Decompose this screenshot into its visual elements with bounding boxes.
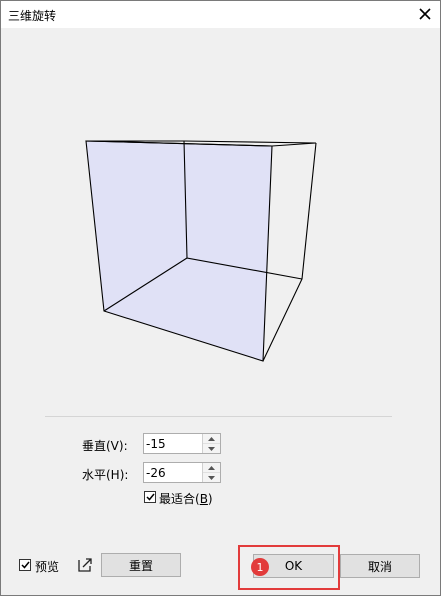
vertical-label: 垂直(V):: [82, 439, 128, 453]
cube-preview[interactable]: [10, 33, 431, 408]
close-button[interactable]: [416, 5, 434, 23]
rotate-3d-dialog: 三维旋转 垂直(V): 水平(H):: [0, 0, 441, 596]
horizontal-spin-buttons: [202, 463, 220, 482]
external-link-icon: [78, 558, 92, 572]
step-badge: 1: [251, 558, 269, 576]
horizontal-spin-up[interactable]: [203, 463, 220, 473]
divider: [45, 416, 392, 417]
horizontal-label: 水平(H):: [82, 468, 129, 482]
vertical-spin-down[interactable]: [203, 444, 220, 453]
reset-button[interactable]: 重置: [101, 553, 181, 577]
best-fit-checkbox[interactable]: [144, 491, 156, 503]
close-icon: [419, 8, 431, 20]
chevron-down-icon: [208, 475, 215, 480]
dialog-title: 三维旋转: [8, 9, 57, 23]
cube-wireframe: [85, 140, 317, 362]
preview-checkbox[interactable]: [19, 559, 31, 571]
expand-button[interactable]: [76, 556, 94, 574]
preview-label[interactable]: 预览: [35, 558, 59, 575]
chevron-down-icon: [208, 446, 215, 451]
vertical-spinner[interactable]: [143, 433, 221, 454]
chevron-up-icon: [208, 465, 215, 470]
horizontal-spin-down[interactable]: [203, 473, 220, 482]
title-bar: 三维旋转: [1, 1, 440, 28]
cube-front-face: [86, 141, 272, 361]
cancel-button[interactable]: 取消: [340, 554, 420, 578]
vertical-input[interactable]: [146, 436, 201, 451]
best-fit-label[interactable]: 最适合(B): [159, 490, 213, 507]
vertical-spin-buttons: [202, 434, 220, 453]
checkmark-icon: [145, 493, 155, 501]
vertical-spin-up[interactable]: [203, 434, 220, 444]
horizontal-input[interactable]: [146, 465, 201, 480]
checkmark-icon: [20, 561, 30, 569]
horizontal-spinner[interactable]: [143, 462, 221, 483]
chevron-up-icon: [208, 436, 215, 441]
